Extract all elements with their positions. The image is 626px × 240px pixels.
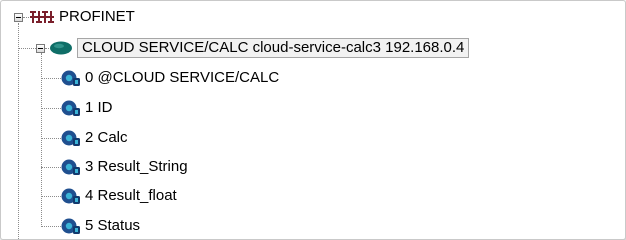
tree-connector: [41, 53, 42, 227]
tree-node-label: 3 Result_String: [85, 158, 188, 176]
tree-connector: [18, 48, 38, 49]
tree-node-slot[interactable]: 0 @CLOUD SERVICE/CALC: [61, 67, 279, 89]
tree-node-device[interactable]: CLOUD SERVICE/CALC cloud-service-calc3 1…: [49, 37, 470, 59]
tree-connector: [41, 196, 61, 197]
tree-node-label: 2 Calc: [85, 129, 128, 147]
tree-connector: [41, 226, 61, 227]
tree-node-slot[interactable]: 3 Result_String: [61, 156, 188, 178]
module-icon: [61, 188, 80, 205]
tree-connector: [41, 78, 61, 79]
device-collapse-toggle[interactable]: [36, 44, 45, 53]
tree-node-label: PROFINET: [59, 8, 135, 26]
tree-node-label: 1 ID: [85, 99, 113, 117]
tree-node-label: 0 @CLOUD SERVICE/CALC: [85, 69, 280, 87]
tree-node-profinet[interactable]: PROFINET: [29, 6, 135, 28]
tree-node-label: 5 Status: [85, 217, 141, 235]
module-icon: [61, 130, 80, 147]
tree-node-slot[interactable]: 1 ID: [61, 97, 113, 119]
tree-node-label: 4 Result_float: [85, 187, 177, 205]
tree-node-slot[interactable]: 5 Status: [61, 215, 140, 237]
tree-view: PROFINET CLOUD SERVICE/CALC cloud-servic…: [0, 0, 626, 240]
module-icon: [61, 159, 80, 176]
tree-connector: [18, 23, 19, 239]
tree-connector: [41, 108, 61, 109]
tree-connector: [41, 138, 61, 139]
tree-node-slot[interactable]: 4 Result_float: [61, 185, 177, 207]
device-icon: [50, 41, 72, 55]
module-icon: [61, 218, 80, 235]
tree-connector: [41, 167, 61, 168]
tree-node-label: CLOUD SERVICE/CALC cloud-service-calc3 1…: [77, 38, 470, 59]
root-collapse-toggle[interactable]: [14, 13, 23, 22]
module-icon: [61, 70, 80, 87]
profinet-network-icon: [30, 11, 54, 24]
module-icon: [61, 100, 80, 117]
tree-node-slot[interactable]: 2 Calc: [61, 127, 128, 149]
